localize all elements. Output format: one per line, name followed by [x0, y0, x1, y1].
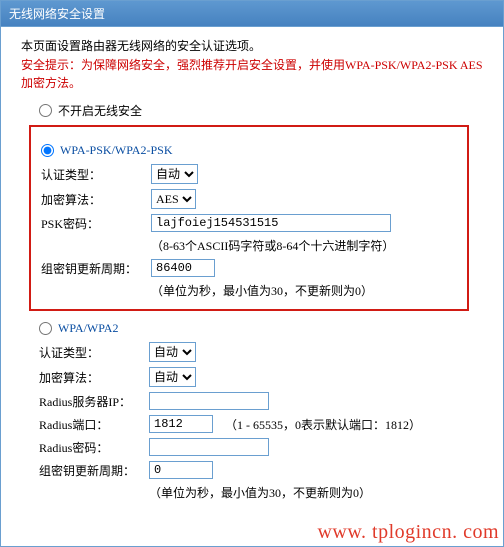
wpapsk-rekey-hint: （单位为秒，最小值为30，不更新则为0）	[151, 282, 457, 299]
wpa-radius-port-hint: （1 - 65535，0表示默认端口：1812）	[225, 416, 421, 433]
radio-none-label: 不开启无线安全	[58, 102, 142, 119]
radio-wpa-label: WPA/WPA2	[58, 321, 118, 336]
wpa-rekey-label: 组密钥更新周期：	[39, 462, 149, 479]
wpa-radius-ip-label: Radius服务器IP：	[39, 393, 149, 410]
wpapsk-psk-label: PSK密码：	[41, 215, 151, 232]
watermark: www. tplogincn. com	[1, 521, 503, 546]
wpapsk-psk-row: PSK密码：	[41, 214, 457, 232]
wpapsk-psk-hint: （8-63个ASCII码字符或8-64个十六进制字符）	[151, 237, 457, 254]
wpapsk-section: WPA-PSK/WPA2-PSK 认证类型： 自动 加密算法： AES PSK密…	[29, 125, 469, 311]
wpa-cipher-label: 加密算法：	[39, 369, 149, 386]
wpa-rekey-hint: （单位为秒，最小值为30，不更新则为0）	[149, 484, 459, 501]
wpa-radius-port-row: Radius端口： （1 - 65535，0表示默认端口：1812）	[39, 415, 459, 433]
title-bar: 无线网络安全设置	[1, 1, 503, 27]
wpa-cipher-row: 加密算法： 自动	[39, 367, 459, 387]
radio-wpapsk[interactable]	[41, 144, 54, 157]
wpa-auth-label: 认证类型：	[39, 344, 149, 361]
wpa-rekey-row: 组密钥更新周期：	[39, 461, 459, 479]
wpa-auth-select[interactable]: 自动	[149, 342, 196, 362]
wpapsk-auth-label: 认证类型：	[41, 166, 151, 183]
wpa-radius-pw-input[interactable]	[149, 438, 269, 456]
radio-row-wpapsk[interactable]: WPA-PSK/WPA2-PSK	[41, 143, 457, 158]
wpapsk-psk-input[interactable]	[151, 214, 391, 232]
radio-row-wpa[interactable]: WPA/WPA2	[39, 321, 459, 336]
settings-panel: 无线网络安全设置 本页面设置路由器无线网络的安全认证选项。 安全提示：为保障网络…	[0, 0, 504, 547]
wpa-auth-row: 认证类型： 自动	[39, 342, 459, 362]
wpa-radius-pw-label: Radius密码：	[39, 439, 149, 456]
wpapsk-rekey-label: 组密钥更新周期：	[41, 260, 151, 277]
radio-wpa[interactable]	[39, 322, 52, 335]
wpa-radius-port-label: Radius端口：	[39, 416, 149, 433]
warning-text: 安全提示：为保障网络安全，强烈推荐开启安全设置，并使用WPA-PSK/WPA2-…	[21, 56, 483, 92]
wpa-cipher-select[interactable]: 自动	[149, 367, 196, 387]
wpa-radius-ip-row: Radius服务器IP：	[39, 392, 459, 410]
radio-row-none[interactable]: 不开启无线安全	[39, 102, 483, 119]
radio-wpapsk-label: WPA-PSK/WPA2-PSK	[60, 143, 172, 158]
wpa-radius-pw-row: Radius密码：	[39, 438, 459, 456]
wpapsk-cipher-select[interactable]: AES	[151, 189, 196, 209]
wpapsk-auth-row: 认证类型： 自动	[41, 164, 457, 184]
wpapsk-cipher-row: 加密算法： AES	[41, 189, 457, 209]
wpapsk-cipher-label: 加密算法：	[41, 191, 151, 208]
intro-text: 本页面设置路由器无线网络的安全认证选项。	[21, 37, 483, 54]
wpa-rekey-input[interactable]	[149, 461, 213, 479]
content-area: 本页面设置路由器无线网络的安全认证选项。 安全提示：为保障网络安全，强烈推荐开启…	[1, 27, 503, 521]
wpa-section: WPA/WPA2 认证类型： 自动 加密算法： 自动 Radius服务器IP： …	[29, 321, 469, 505]
wpapsk-auth-select[interactable]: 自动	[151, 164, 198, 184]
radio-none[interactable]	[39, 104, 52, 117]
wpapsk-rekey-row: 组密钥更新周期：	[41, 259, 457, 277]
wpa-radius-ip-input[interactable]	[149, 392, 269, 410]
wpa-radius-port-input[interactable]	[149, 415, 213, 433]
wpapsk-rekey-input[interactable]	[151, 259, 215, 277]
